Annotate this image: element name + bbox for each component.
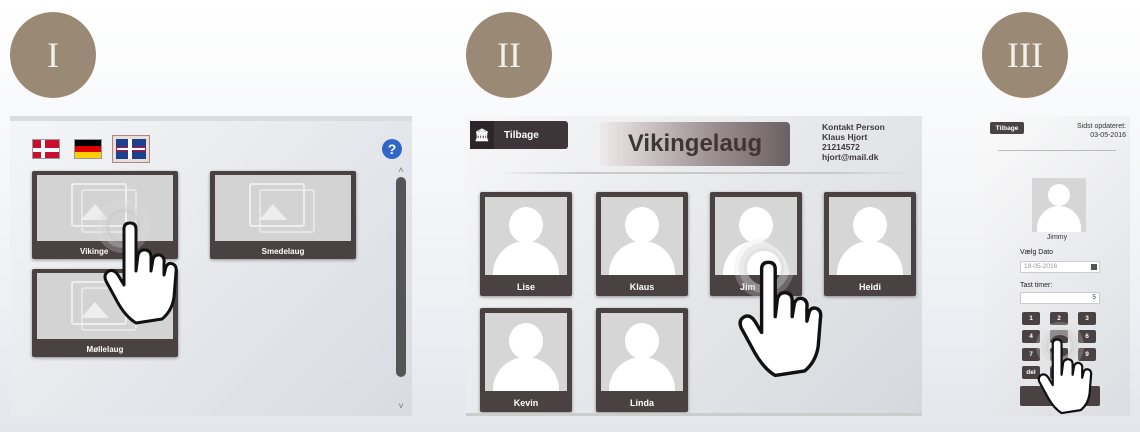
uk-flag-button[interactable] xyxy=(112,135,150,163)
hours-label: Tast timer: xyxy=(1020,282,1053,289)
contact-heading: Kontakt Person xyxy=(822,122,885,132)
scrollbar-thumb[interactable] xyxy=(396,177,406,377)
back-button[interactable]: Tilbage xyxy=(990,122,1024,134)
member-selection-screen: 🏛 Tilbage Vikingelaug Kontakt Person Kla… xyxy=(466,116,922,416)
contact-email: hjort@mail.dk xyxy=(822,152,879,162)
divider xyxy=(496,172,916,174)
divider xyxy=(998,150,1116,151)
german-flag-icon[interactable] xyxy=(74,139,102,159)
contact-info: Kontakt Person Klaus Hjort 21214572 hjor… xyxy=(822,122,885,162)
avatar-icon xyxy=(601,197,683,275)
member-name: Lise xyxy=(516,282,535,292)
key-4[interactable]: 4 xyxy=(1022,330,1040,343)
member-tile-kevin[interactable]: Kevin xyxy=(480,308,572,412)
key-3[interactable]: 3 xyxy=(1078,312,1096,325)
danish-flag-icon[interactable] xyxy=(32,139,60,159)
member-tile-heidi[interactable]: Heidi xyxy=(824,192,916,296)
date-field[interactable]: 18-05-2016 xyxy=(1020,261,1100,273)
calendar-icon[interactable] xyxy=(1091,264,1097,270)
last-updated-label: Sidst opdateret: xyxy=(1076,123,1126,130)
key-1[interactable]: 1 xyxy=(1022,312,1040,325)
guild-tile-smedelaug[interactable]: Smedelaug xyxy=(210,171,356,259)
image-placeholder-icon xyxy=(37,273,173,339)
date-value: 18-05-2016 xyxy=(1024,263,1058,270)
key-6[interactable]: 6 xyxy=(1078,330,1096,343)
key-9[interactable]: 9 xyxy=(1078,348,1096,361)
guild-label: Vikinge xyxy=(80,247,109,256)
step-marker-3: III xyxy=(982,12,1068,98)
member-name: Jimmy xyxy=(1046,234,1068,241)
date-label: Vælg Dato xyxy=(1020,249,1054,256)
go-button[interactable]: Go xyxy=(1020,386,1100,406)
member-tile-lise[interactable]: Lise xyxy=(480,192,572,296)
image-placeholder-icon xyxy=(37,175,173,241)
avatar-icon xyxy=(829,197,911,275)
scroll-down-icon[interactable]: ˅ xyxy=(396,401,406,411)
guild-tile-vikingelaug[interactable]: Vikinge xyxy=(32,171,178,259)
guild-tile-mollelaug[interactable]: Møllelaug xyxy=(32,269,178,357)
step-marker-2: II xyxy=(466,12,552,98)
step-marker-1: I xyxy=(10,12,96,98)
touch-indicator xyxy=(744,248,784,288)
member-name: Kevin xyxy=(513,398,539,408)
key-7[interactable]: 7 xyxy=(1022,348,1040,361)
image-placeholder-icon xyxy=(215,175,351,241)
touch-indicator xyxy=(106,209,140,243)
scrollbar[interactable]: ˄ ˅ xyxy=(396,165,406,411)
avatar-icon xyxy=(601,313,683,391)
back-button[interactable]: 🏛 Tilbage xyxy=(470,121,568,149)
last-updated-date: 03-05-2016 xyxy=(1090,132,1126,139)
contact-phone: 21214572 xyxy=(822,142,860,152)
contact-name: Klaus Hjort xyxy=(822,132,868,142)
last-updated: Sidst opdateret: 03-05-2016 xyxy=(1077,122,1126,140)
avatar-icon xyxy=(1032,178,1086,232)
page-title: Vikingelaug xyxy=(600,122,790,166)
key-del[interactable]: del xyxy=(1022,366,1040,379)
member-name: Klaus xyxy=(629,282,655,292)
hours-input[interactable]: 5 xyxy=(1020,292,1100,304)
guild-label: Smedelaug xyxy=(261,247,305,256)
back-label: Tilbage xyxy=(504,129,539,141)
key-0[interactable] xyxy=(1050,366,1068,379)
member-name: Linda xyxy=(630,398,654,408)
member-tile-linda[interactable]: Linda xyxy=(596,308,688,412)
guild-label: Møllelaug xyxy=(86,345,124,354)
member-name: Heidi xyxy=(858,282,881,292)
help-button[interactable]: ? xyxy=(382,139,402,159)
hour-entry-screen: Tilbage Sidst opdateret: 03-05-2016 Jimm… xyxy=(984,116,1130,416)
member-tile-klaus[interactable]: Klaus xyxy=(596,192,688,296)
avatar-icon xyxy=(485,197,567,275)
key-2[interactable]: 2 xyxy=(1050,312,1068,325)
guild-selection-screen: ? ˄ ˅ Vikinge Smedelaug Møllelaug xyxy=(10,116,412,416)
building-icon: 🏛 xyxy=(470,121,494,149)
uk-flag-icon xyxy=(116,139,146,159)
avatar-icon xyxy=(485,313,567,391)
scroll-up-icon[interactable]: ˄ xyxy=(396,165,406,175)
touch-indicator xyxy=(1046,332,1074,360)
